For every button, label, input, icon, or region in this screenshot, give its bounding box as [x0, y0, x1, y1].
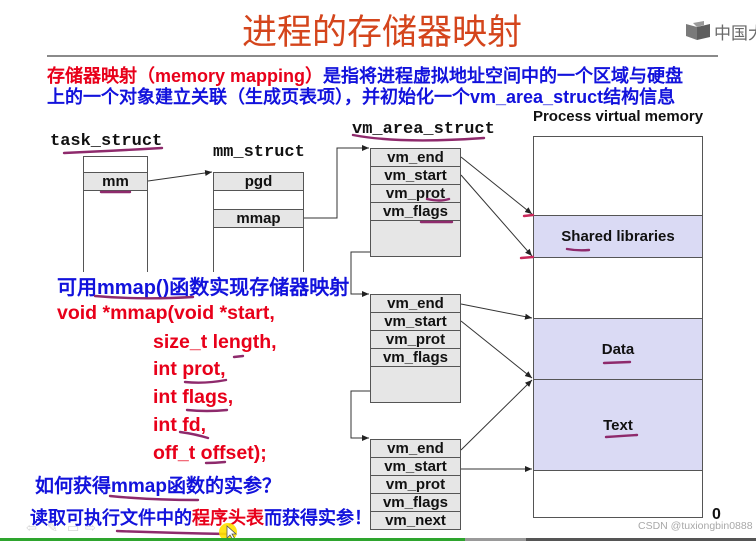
arrow-mm-to-mm-struct: [147, 170, 213, 182]
mmap-signature-line: int prot,: [153, 358, 226, 380]
vma-field: vm_flags: [371, 349, 460, 367]
answer-highlight: 程序头表: [192, 508, 264, 528]
answer-text: 而获得实参！: [264, 508, 372, 528]
region-data: Data: [534, 318, 702, 380]
vm-area-struct-label: vm_area_struct: [352, 120, 495, 139]
logo: 中国大: [684, 20, 756, 43]
title-divider: [47, 55, 718, 57]
annotation-underline: [185, 408, 229, 413]
vma-field: vm_end: [371, 440, 460, 458]
vma-node-3: vm_end vm_start vm_prot vm_flags vm_next: [370, 439, 461, 530]
mm-struct-label: mm_struct: [213, 143, 305, 162]
vma-node-1: vm_end vm_start vm_prot vm_flags: [370, 148, 461, 257]
arrow-mmap-to-vma-1: [304, 145, 369, 219]
logo-text: 中国大: [714, 23, 756, 43]
vma-field: vm_flags: [371, 203, 460, 221]
arrow-vma-2-end: [460, 303, 533, 320]
annotation-underline: [115, 529, 230, 536]
previous-arrow-icon[interactable]: ⇦: [26, 520, 37, 536]
intro-line-1: 存储器映射（memory mapping）是指将进程虚拟地址空间中的一个区域与硬…: [47, 65, 683, 87]
vma-field: vm_next: [385, 512, 446, 529]
watermark: CSDN @tuxiongbin0888: [638, 520, 753, 532]
pen-icon[interactable]: ✎: [47, 520, 58, 536]
mmap-question: 如何获得mmap函数的实参？: [35, 476, 281, 497]
annotation-mark: [522, 213, 535, 218]
intro-definition: 是指将进程虚拟地址空间中的一个区域与硬盘: [323, 66, 684, 86]
vma-field: vm_end: [371, 295, 460, 313]
task-struct-box: mm: [83, 156, 148, 272]
annotation-mark: [519, 255, 535, 260]
arrow-vma-2-start: [460, 320, 533, 379]
arrow-vma-1-end: [460, 156, 533, 215]
vma-field: vm_flags: [371, 494, 460, 512]
mm-struct-field-pgd: pgd: [214, 173, 303, 191]
task-struct-label: task_struct: [50, 132, 163, 151]
arrow-vma-1-next: [350, 251, 370, 297]
task-struct-field-mm: mm: [84, 172, 147, 191]
region-shared-libraries: Shared libraries: [534, 215, 702, 258]
intro-term: 存储器映射（memory mapping）: [47, 66, 324, 86]
arrow-vma-2-next: [350, 390, 370, 441]
process-memory-label: Process virtual memory: [532, 108, 704, 125]
vma-field: vm_prot: [371, 185, 460, 203]
next-arrow-icon[interactable]: ⇨: [85, 520, 96, 536]
vma-field: vm_start: [371, 458, 460, 476]
region-text: Text: [534, 380, 702, 471]
mmap-signature-line: int fd,: [153, 414, 207, 436]
mm-struct-field-mmap: mmap: [214, 209, 303, 228]
mmap-signature-line: int flags,: [153, 386, 234, 408]
annotation-underline: [232, 354, 245, 359]
vma-field: vm_prot: [371, 476, 460, 494]
intro-line-2: 上的一个对象建立关联（生成页表项），并初始化一个vm_area_struct结构…: [47, 87, 676, 107]
vma-field: vm_prot: [371, 331, 460, 349]
arrow-vma-1-start: [460, 174, 533, 257]
slide-title: 进程的存储器映射: [241, 13, 522, 52]
menu-icon[interactable]: ▭: [67, 520, 79, 536]
process-memory-box: Shared libraries Data Text: [533, 136, 703, 518]
vma-field: vm_start: [371, 313, 460, 331]
mmap-signature-line: size_t length,: [153, 331, 277, 353]
mmap-signature-line: void *mmap(void *start,: [57, 302, 275, 324]
vma-field: vm_end: [371, 149, 460, 167]
mmap-answer: 读取可执行文件中的程序头表而获得实参！: [30, 506, 372, 530]
mmap-heading: 可用mmap()函数实现存储器映射: [57, 277, 350, 299]
slide-viewer: 进程的存储器映射 中国大 存储器映射（memory mapping）是指将进程虚…: [0, 0, 756, 541]
mmap-signature-line: off_t offset);: [153, 442, 267, 464]
mm-struct-box: pgd mmap: [213, 172, 304, 272]
arrow-vma-3-end: [460, 379, 533, 451]
vma-field: vm_start: [371, 167, 460, 185]
book-logo-icon: [686, 21, 710, 40]
vma-node-2: vm_end vm_start vm_prot vm_flags: [370, 294, 461, 403]
